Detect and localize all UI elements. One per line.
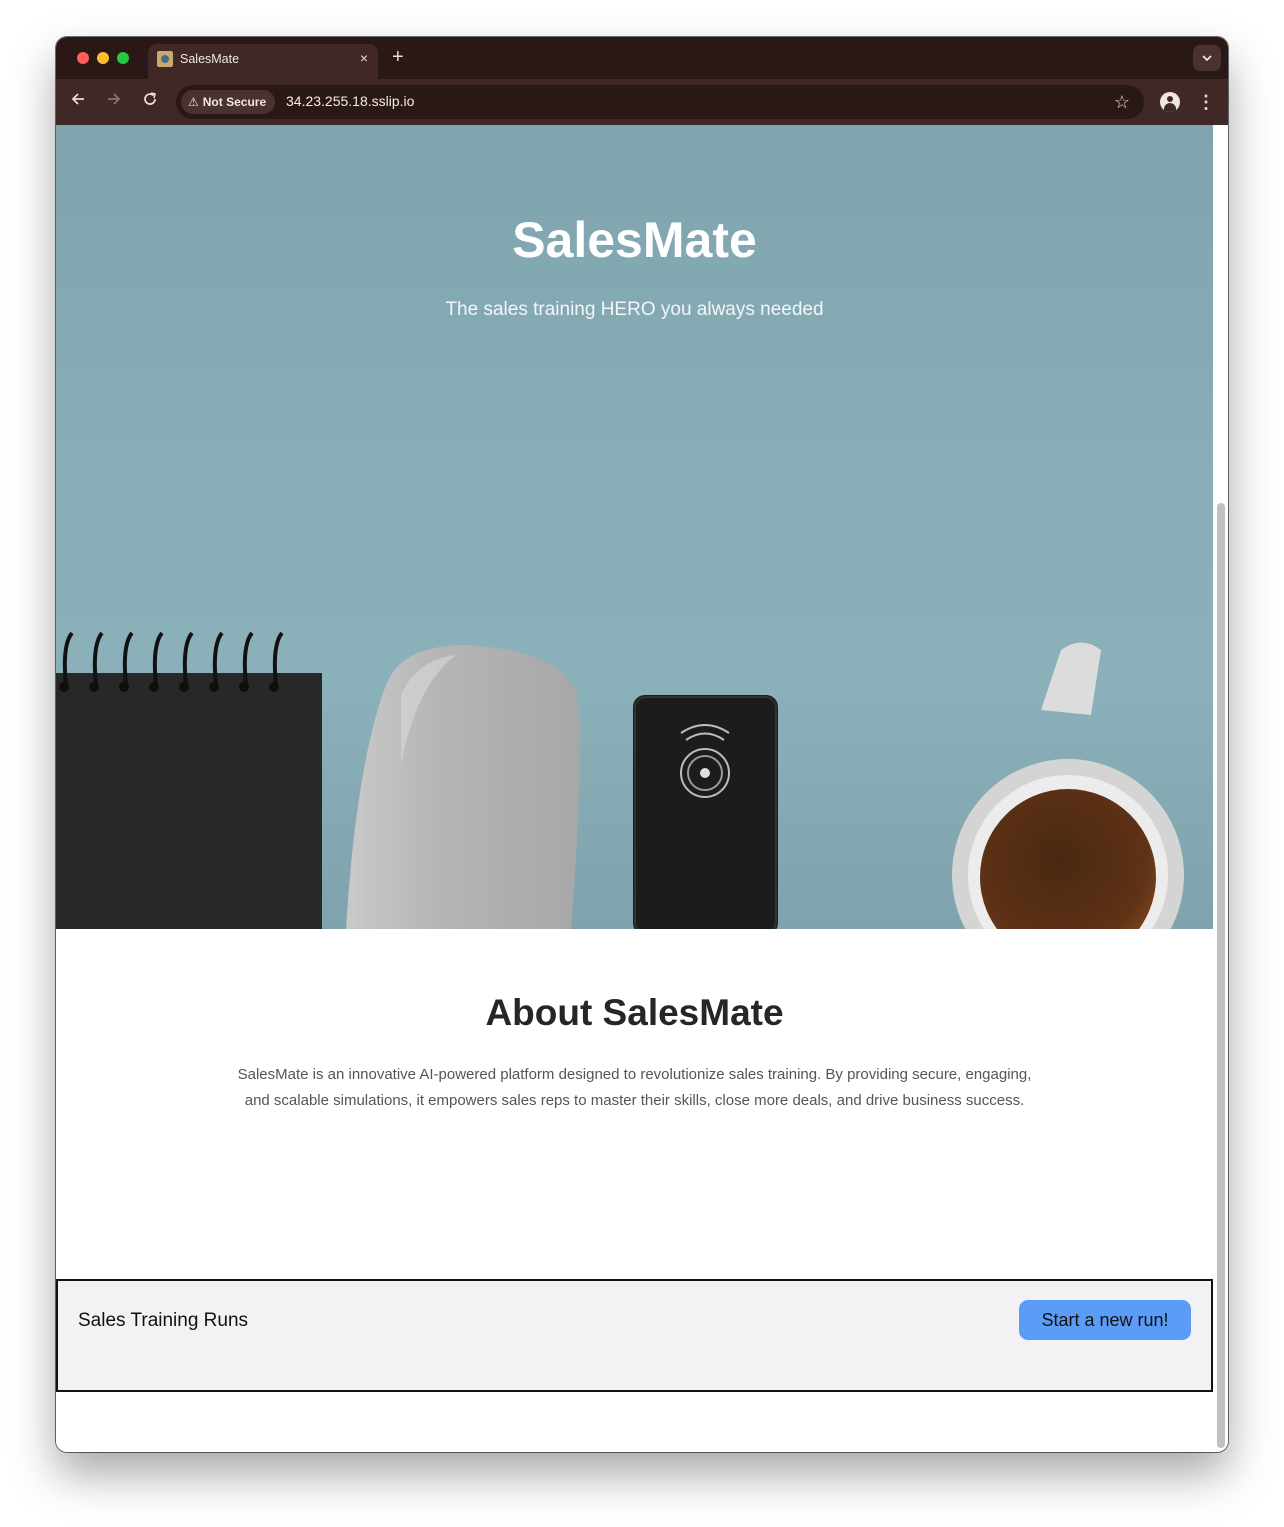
tab-search-chevron-icon[interactable] — [1193, 45, 1221, 71]
kebab-menu-icon[interactable]: ⋮ — [1194, 90, 1218, 114]
scrollbar[interactable] — [1213, 125, 1228, 1452]
scrollbar-thumb[interactable] — [1217, 503, 1225, 1448]
forward-arrow-icon[interactable] — [102, 90, 126, 114]
security-indicator[interactable]: ⚠ Not Secure — [181, 90, 276, 114]
tab-title: SalesMate — [180, 52, 240, 66]
security-label: Not Secure — [202, 95, 267, 109]
new-tab-icon[interactable]: + — [392, 46, 404, 68]
favicon-icon — [157, 51, 173, 67]
profile-avatar-icon[interactable] — [1160, 92, 1180, 112]
browser-window: SalesMate × + ⚠ Not Secure 34.23.255.18.s… — [56, 37, 1228, 1452]
minimize-window-icon[interactable] — [97, 52, 109, 64]
address-bar[interactable]: ⚠ Not Secure 34.23.255.18.sslip.io ☆ — [176, 85, 1144, 119]
maximize-window-icon[interactable] — [117, 52, 129, 64]
start-new-run-button[interactable]: Start a new run! — [1019, 1300, 1191, 1340]
bookmark-star-icon[interactable]: ☆ — [1114, 91, 1130, 113]
hero-subtitle: The sales training HERO you always neede… — [445, 299, 824, 320]
back-arrow-icon[interactable] — [66, 90, 90, 114]
runs-title: Sales Training Runs — [78, 1310, 249, 1331]
about-title: About SalesMate — [485, 992, 784, 1033]
hero-section: SalesMate The sales training HERO you al… — [56, 125, 1213, 929]
browser-toolbar: ⚠ Not Secure 34.23.255.18.sslip.io ☆ ⋮ — [56, 79, 1228, 125]
about-description: SalesMate is an innovative AI-powered pl… — [237, 1066, 1032, 1109]
reload-icon[interactable] — [138, 90, 162, 114]
sales-training-runs-panel: Sales Training Runs Start a new run! — [56, 1279, 1213, 1392]
close-window-icon[interactable] — [77, 52, 89, 64]
tab-salesmate[interactable]: SalesMate × — [148, 44, 378, 79]
tab-close-icon[interactable]: × — [360, 50, 368, 66]
tab-strip: SalesMate × + — [56, 37, 1228, 79]
warning-triangle-icon: ⚠ — [188, 95, 199, 109]
hero-title: SalesMate — [512, 212, 757, 268]
page-viewport: SalesMate The sales training HERO you al… — [56, 125, 1213, 1452]
url-text[interactable]: 34.23.255.18.sslip.io — [286, 93, 414, 109]
